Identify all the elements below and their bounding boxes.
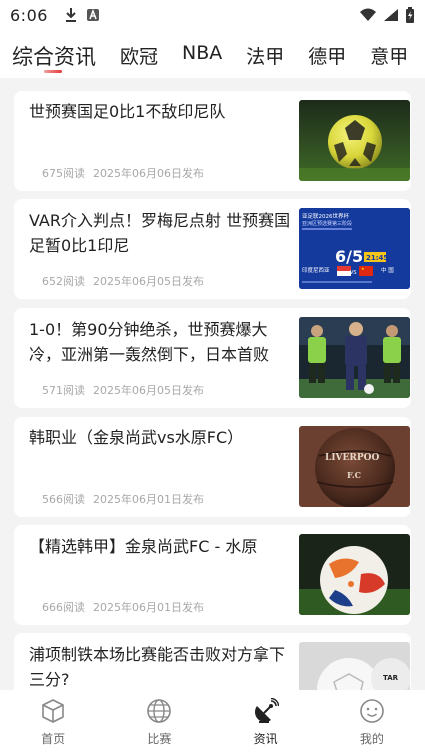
news-title: 浦项制铁本场比赛能否击败对方拿下三分? — [29, 645, 286, 689]
signal-icon — [384, 9, 398, 21]
nav-label: 资讯 — [253, 732, 278, 746]
news-thumbnail: 亚足联2026世界杯 亚洲区预选赛第三阶段 6/5 21:45 印度尼西亚 VS… — [299, 208, 410, 289]
news-card[interactable]: 浦项制铁本场比赛能否击败对方拿下三分? TAR — [14, 633, 411, 690]
tab-label: 意甲 — [370, 46, 409, 68]
category-tabs: 综合资讯 欧冠 NBA 法甲 德甲 意甲 — [0, 30, 425, 78]
read-count: 666阅读 — [42, 601, 85, 614]
nav-label: 我的 — [359, 732, 384, 746]
nav-news[interactable]: 资讯 — [213, 690, 319, 756]
news-meta: 675阅读 2025年06月06日发布 — [42, 165, 204, 181]
ball-text-bottom: F.C — [347, 470, 361, 480]
active-tab-indicator — [44, 70, 62, 73]
cube-icon — [42, 699, 64, 723]
wifi-icon — [360, 8, 376, 21]
news-title: 韩职业（金泉尚武vs水原FC） — [29, 428, 244, 447]
svg-text:VS: VS — [350, 270, 357, 276]
news-title: 1-0！第90分钟绝杀，世预赛爆大冷，亚洲第一轰然倒下，日本首败 — [29, 320, 270, 364]
smiley-icon — [360, 699, 384, 723]
news-card[interactable]: 1-0！第90分钟绝杀，世预赛爆大冷，亚洲第一轰然倒下，日本首败 571阅读 20… — [14, 308, 411, 408]
tab-serie-a[interactable]: 意甲 — [370, 30, 408, 78]
status-bar: 6:06 — [0, 0, 425, 30]
read-count: 566阅读 — [42, 493, 85, 506]
nav-profile[interactable]: 我的 — [319, 690, 425, 756]
news-thumbnail — [299, 534, 410, 615]
news-thumbnail — [299, 100, 410, 181]
tab-comprehensive-news[interactable]: 综合资讯 — [12, 30, 96, 78]
tab-bundesliga[interactable]: 德甲 — [308, 30, 346, 78]
read-count: 652阅读 — [42, 275, 85, 288]
poster-team-1: 印度尼西亚 — [302, 266, 330, 274]
news-meta: 652阅读 2025年06月05日发布 — [42, 273, 204, 289]
app-notification-icon — [86, 8, 99, 21]
publish-date: 2025年06月01日发布 — [93, 493, 204, 506]
battery-icon — [406, 7, 414, 23]
tab-label: 德甲 — [308, 46, 347, 68]
news-meta: 666阅读 2025年06月01日发布 — [42, 599, 204, 615]
poster-date: 6/5 — [335, 247, 363, 266]
download-icon — [65, 8, 76, 22]
publish-date: 2025年06月05日发布 — [93, 384, 204, 397]
ball-text-top: LIVERPOO — [325, 453, 379, 463]
news-thumbnail: TAR — [299, 642, 410, 690]
news-feed[interactable]: 世预赛国足0比1不敌印尼队 675阅读 2025年06月06日发布 VAR介入判… — [0, 88, 425, 690]
tab-label: NBA — [182, 42, 223, 64]
news-title: 【精选韩甲】金泉尚武FC - 水原 — [29, 537, 258, 556]
bottom-navigation: 首页 比赛 资讯 我的 — [0, 690, 425, 756]
tab-champions-league[interactable]: 欧冠 — [120, 30, 158, 78]
tab-label: 综合资讯 — [12, 45, 96, 69]
publish-date: 2025年06月01日发布 — [93, 601, 204, 614]
tab-nba[interactable]: NBA — [182, 30, 222, 78]
news-thumbnail — [299, 317, 410, 398]
status-time: 6:06 — [10, 5, 48, 25]
news-card[interactable]: 世预赛国足0比1不敌印尼队 675阅读 2025年06月06日发布 — [14, 91, 411, 191]
publish-date: 2025年06月05日发布 — [93, 275, 204, 288]
news-meta: 571阅读 2025年06月05日发布 — [42, 382, 204, 398]
publish-date: 2025年06月06日发布 — [93, 167, 204, 180]
news-card[interactable]: VAR介入判点！罗梅尼点射 世预赛国足暂0比1印尼 652阅读 2025年06月0… — [14, 199, 411, 299]
tab-ligue1[interactable]: 法甲 — [246, 30, 284, 78]
news-title: VAR介入判点！罗梅尼点射 世预赛国足暂0比1印尼 — [29, 211, 291, 255]
news-meta: 566阅读 2025年06月01日发布 — [42, 491, 204, 507]
read-count: 675阅读 — [42, 167, 85, 180]
read-count: 571阅读 — [42, 384, 85, 397]
globe-icon — [147, 699, 172, 723]
nav-matches[interactable]: 比赛 — [106, 690, 212, 756]
nav-label: 比赛 — [147, 732, 172, 746]
news-thumbnail: LIVERPOO F.C — [299, 426, 410, 507]
news-title: 世预赛国足0比1不敌印尼队 — [29, 102, 226, 121]
poster-line-1: 亚足联2026世界杯 — [302, 212, 349, 220]
tab-label: 法甲 — [246, 46, 285, 68]
news-card[interactable]: 韩职业（金泉尚武vs水原FC） 566阅读 2025年06月01日发布 LIVER… — [14, 417, 411, 517]
nav-label: 首页 — [41, 732, 66, 746]
news-card[interactable]: 【精选韩甲】金泉尚武FC - 水原 666阅读 2025年06月01日发布 — [14, 525, 411, 625]
poster-line-2: 亚洲区预选赛第三阶段 — [302, 220, 352, 227]
svg-text:★: ★ — [361, 266, 365, 271]
poster-team-2: 中 国 — [381, 266, 394, 274]
satellite-dish-icon — [254, 698, 279, 723]
tab-label: 欧冠 — [120, 46, 159, 68]
svg-text:TAR: TAR — [383, 674, 399, 682]
poster-time: 21:45 — [366, 254, 388, 262]
nav-home[interactable]: 首页 — [0, 690, 106, 756]
